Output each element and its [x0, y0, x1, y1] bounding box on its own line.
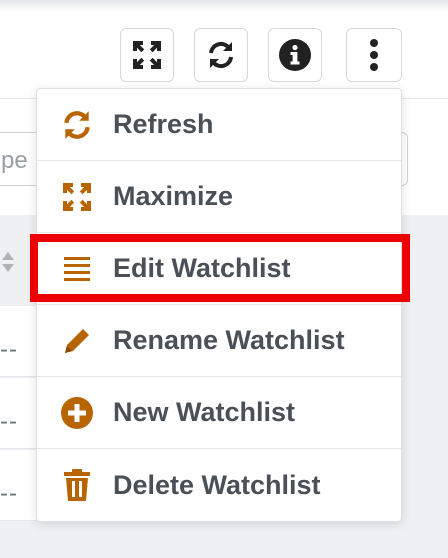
- menu-item-label: Delete Watchlist: [113, 469, 321, 500]
- menu-item-label: Rename Watchlist: [113, 325, 345, 355]
- menu-item-label: Refresh: [113, 109, 214, 139]
- menu-item-rename-watchlist[interactable]: Rename Watchlist: [37, 305, 401, 377]
- refresh-icon: [205, 39, 237, 71]
- row-value: --: [0, 408, 18, 435]
- menu-item-new-watchlist[interactable]: New Watchlist: [37, 377, 401, 449]
- info-button[interactable]: [268, 28, 322, 82]
- refresh-icon: [57, 105, 97, 145]
- pencil-icon: [57, 321, 97, 361]
- menu-item-maximize[interactable]: Maximize: [37, 161, 401, 233]
- menu-item-refresh[interactable]: Refresh: [37, 89, 401, 161]
- menu-item-label: New Watchlist: [113, 397, 296, 427]
- more-options-button[interactable]: [346, 28, 402, 82]
- search-placeholder: pe: [1, 147, 28, 174]
- maximize-button[interactable]: [120, 28, 174, 82]
- highlight-annotation: [30, 234, 410, 302]
- trash-icon: [57, 465, 97, 505]
- info-icon: [278, 38, 312, 72]
- sort-icon: [0, 250, 16, 274]
- plus-circle-icon: [57, 393, 97, 433]
- row-value: --: [0, 480, 18, 507]
- maximize-icon: [57, 177, 97, 217]
- options-dropdown-menu: Refresh Maximize Edit Watchlist Rename W…: [36, 88, 402, 522]
- menu-item-delete-watchlist[interactable]: Delete Watchlist: [37, 449, 401, 521]
- menu-item-label: Maximize: [113, 181, 234, 211]
- vertical-dots-icon: [369, 38, 379, 72]
- refresh-button[interactable]: [194, 28, 248, 82]
- top-shadow: [0, 0, 448, 12]
- row-value: --: [0, 336, 18, 363]
- maximize-icon: [131, 39, 163, 71]
